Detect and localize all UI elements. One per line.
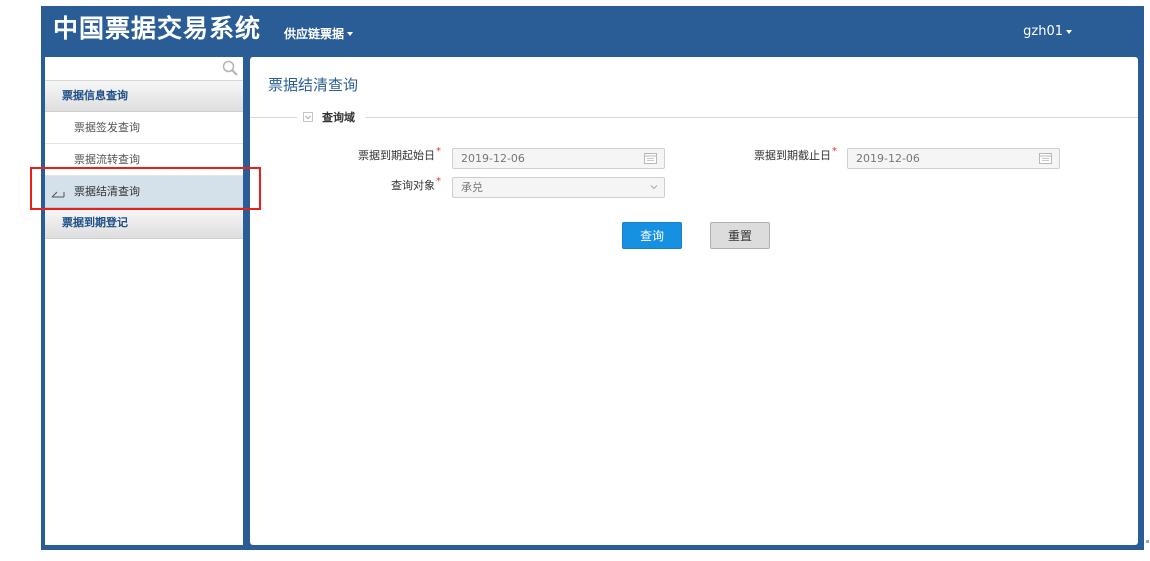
sidebar-item-bill-settlement-query[interactable]: 票据结清查询 [45,176,243,208]
nav-menu-dropdown[interactable]: 供应链票据 [284,25,354,42]
required-mark: * [436,176,441,187]
section-legend-label: 查询域 [322,111,355,124]
start-date-value: 2019-12-06 [461,152,525,165]
app-frame: 中国票据交易系统 供应链票据 gzh01 票据信息查询 票据签发查询 票据流转查… [41,6,1144,550]
required-mark: * [436,146,441,157]
sidebar-search-input[interactable] [45,57,227,78]
reset-button[interactable]: 重置 [710,222,770,249]
sidebar-item-bill-issue-query[interactable]: 票据签发查询 [45,112,243,144]
sidebar-item-label: 票据结清查询 [74,185,140,198]
query-target-value: 承兑 [461,181,483,194]
end-date-label: 票据到期截止日* [754,146,837,163]
user-menu-dropdown[interactable]: gzh01 [1023,24,1072,39]
query-section-legend: 查询域 [297,109,365,125]
end-date-label-text: 票据到期截止日 [754,149,831,162]
top-header: 中国票据交易系统 供应链票据 gzh01 [41,6,1144,56]
main-panel: 票据结清查询 查询域 票据到期起始日* 2019-12-06 票据到期截止日* [250,57,1138,545]
edge-marker [1146,540,1149,543]
start-date-label-text: 票据到期起始日 [358,149,435,162]
active-item-marker-icon [51,191,65,198]
calendar-icon[interactable] [644,153,657,164]
query-target-label: 查询对象* [391,176,441,193]
user-name: gzh01 [1023,24,1063,39]
fieldset-divider [250,117,1138,118]
collapse-toggle-icon[interactable] [303,112,313,122]
sidebar-search [45,57,243,81]
search-icon[interactable] [221,59,239,77]
query-button[interactable]: 查询 [622,222,682,249]
end-date-value: 2019-12-06 [856,152,920,165]
app-title: 中国票据交易系统 [53,14,262,43]
query-target-label-text: 查询对象 [391,179,435,192]
page-title: 票据结清查询 [268,76,359,94]
start-date-field[interactable]: 2019-12-06 [452,148,665,169]
start-date-label: 票据到期起始日* [358,146,441,163]
sidebar-group-bill-maturity-registration[interactable]: 票据到期登记 [45,208,243,239]
query-target-select[interactable]: 承兑 [452,177,665,198]
sidebar: 票据信息查询 票据签发查询 票据流转查询 票据结清查询 票据到期登记 [45,57,243,545]
calendar-icon[interactable] [1039,153,1052,164]
caret-down-icon [1066,29,1072,34]
chevron-down-icon [650,185,658,190]
end-date-field[interactable]: 2019-12-06 [847,148,1060,169]
nav-menu-label: 供应链票据 [284,27,345,41]
caret-down-icon [347,31,354,36]
sidebar-item-bill-transfer-query[interactable]: 票据流转查询 [45,144,243,176]
required-mark: * [832,146,837,157]
sidebar-group-bill-info-query[interactable]: 票据信息查询 [45,81,243,112]
